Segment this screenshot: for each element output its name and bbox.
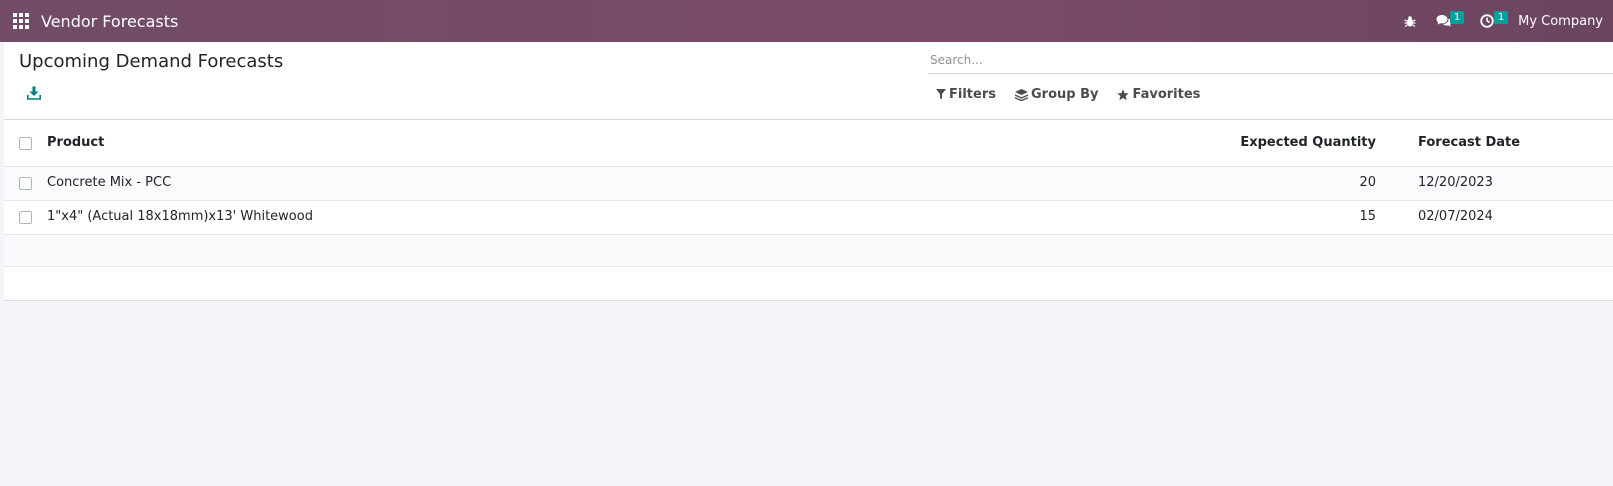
- empty-row: [4, 235, 1613, 267]
- select-all-checkbox[interactable]: [19, 137, 32, 150]
- favorites-label: Favorites: [1132, 87, 1201, 102]
- group-by-label: Group By: [1030, 87, 1099, 102]
- expected-quantity-cell[interactable]: 15: [1359, 209, 1376, 224]
- star-icon: [1117, 88, 1130, 100]
- row-checkbox[interactable]: [19, 211, 32, 224]
- expected-quantity-cell[interactable]: 20: [1359, 175, 1376, 190]
- export-button[interactable]: [27, 86, 43, 102]
- empty-row: [4, 267, 1613, 301]
- column-header-forecast-date[interactable]: Forecast Date: [1418, 135, 1520, 150]
- apps-grid-icon[interactable]: [0, 0, 42, 42]
- messages-count-badge: 1: [1450, 11, 1465, 24]
- row-checkbox[interactable]: [19, 177, 32, 190]
- search-input[interactable]: [928, 46, 1613, 73]
- column-header-product[interactable]: Product: [47, 135, 104, 150]
- bug-icon: [1404, 15, 1416, 27]
- company-switcher[interactable]: My Company: [1512, 14, 1613, 29]
- app-title[interactable]: Vendor Forecasts: [41, 12, 178, 31]
- search-options: Filters Group By Favorites: [936, 87, 1219, 102]
- clock-icon: [1480, 14, 1494, 28]
- list-view: Product Expected Quantity Forecast Date …: [4, 120, 1613, 301]
- filters-button[interactable]: Filters: [936, 87, 996, 102]
- table-row[interactable]: 1"x4" (Actual 18x18mm)x13' Whitewood 15 …: [4, 201, 1613, 235]
- activities-count-badge: 1: [1494, 11, 1509, 24]
- control-panel: Upcoming Demand Forecasts Filters Group …: [4, 42, 1613, 120]
- download-icon: [27, 86, 41, 100]
- layers-icon: [1014, 88, 1028, 101]
- table-row[interactable]: Concrete Mix - PCC 20 12/20/2023: [4, 167, 1613, 201]
- top-navbar: Vendor Forecasts 1 1 My Company: [0, 0, 1613, 42]
- favorites-button[interactable]: Favorites: [1117, 87, 1200, 102]
- activities-button[interactable]: 1: [1470, 0, 1512, 42]
- messages-button[interactable]: 1: [1426, 0, 1470, 42]
- filter-icon: [936, 89, 946, 100]
- group-by-button[interactable]: Group By: [1014, 87, 1099, 102]
- forecast-date-cell[interactable]: 02/07/2024: [1418, 209, 1493, 224]
- page-title[interactable]: Upcoming Demand Forecasts: [19, 51, 283, 72]
- product-cell[interactable]: 1"x4" (Actual 18x18mm)x13' Whitewood: [47, 209, 313, 224]
- debug-button[interactable]: [1394, 0, 1426, 42]
- search-bar[interactable]: [928, 46, 1613, 74]
- product-cell[interactable]: Concrete Mix - PCC: [47, 175, 171, 190]
- column-header-expected-quantity[interactable]: Expected Quantity: [1240, 135, 1376, 150]
- forecast-date-cell[interactable]: 12/20/2023: [1418, 175, 1493, 190]
- table-header: Product Expected Quantity Forecast Date: [4, 120, 1613, 167]
- filters-label: Filters: [949, 87, 996, 102]
